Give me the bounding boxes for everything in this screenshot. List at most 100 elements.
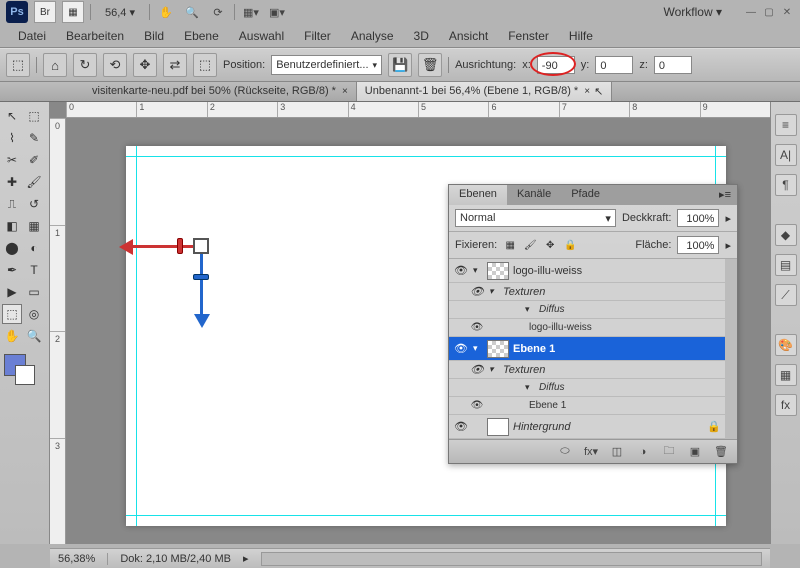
close-icon[interactable]: × — [342, 86, 348, 97]
y-axis-handle[interactable] — [197, 246, 205, 328]
fill-input[interactable]: 100% — [677, 236, 719, 254]
rotate-view-icon[interactable]: ⟳ — [208, 2, 228, 22]
guide-horizontal[interactable] — [126, 156, 726, 157]
new-group-icon[interactable]: 🗀 — [661, 444, 677, 460]
status-zoom[interactable]: 56,38% — [58, 553, 95, 565]
layer-row[interactable]: 👁Hintergrund🔒 — [449, 415, 725, 439]
tab-ebenen[interactable]: Ebenen — [449, 185, 507, 205]
3d-roll-icon[interactable]: ⟲ — [103, 53, 127, 77]
character-panel-icon[interactable]: A| — [775, 144, 797, 166]
lock-pixels-icon[interactable]: 🖌 — [523, 238, 537, 252]
layer-style-icon[interactable]: fx▾ — [583, 444, 599, 460]
zoom-level[interactable]: 56,4 ▾ — [97, 4, 143, 21]
eraser-tool[interactable]: ◧ — [2, 216, 22, 236]
maximize-button[interactable]: ▢ — [762, 5, 776, 19]
layer-thumbnail[interactable] — [487, 418, 509, 436]
x-axis-handle[interactable] — [119, 242, 201, 250]
stamp-tool[interactable]: ⎍ — [2, 194, 22, 214]
opacity-flyout-icon[interactable]: ▸ — [725, 212, 731, 225]
axis-origin-handle[interactable] — [193, 238, 209, 254]
fill-flyout-icon[interactable]: ▸ — [725, 239, 731, 252]
bridge-icon[interactable]: Br — [34, 1, 56, 23]
layer-row[interactable]: ▾Diffus — [449, 301, 725, 319]
menu-ebene[interactable]: Ebene — [174, 25, 229, 47]
3d-object-tool[interactable]: ⬚ — [2, 304, 22, 324]
menu-fenster[interactable]: Fenster — [498, 25, 559, 47]
marquee-tool[interactable]: ⬚ — [24, 106, 44, 126]
status-doc-size[interactable]: Dok: 2,10 MB/2,40 MB — [120, 553, 231, 565]
lock-transparency-icon[interactable]: ▦ — [503, 238, 517, 252]
layer-row[interactable]: 👁▾Texturen — [449, 361, 725, 379]
twisty-icon[interactable]: ▾ — [473, 265, 483, 276]
doc-tab-unbenannt[interactable]: Unbenannt-1 bei 56,4% (Ebene 1, RGB/8) *… — [357, 81, 612, 101]
minimize-button[interactable]: — — [744, 5, 758, 19]
link-layers-icon[interactable]: ⬭ — [557, 444, 573, 460]
gradient-tool[interactable]: ▦ — [24, 216, 44, 236]
layer-row[interactable]: 👁logo-illu-weiss — [449, 319, 725, 337]
dodge-tool[interactable]: ◐ — [24, 238, 44, 258]
paths-panel-icon[interactable]: ⟋ — [775, 284, 797, 306]
horizontal-scrollbar[interactable] — [261, 552, 762, 566]
layers-panel-icon[interactable]: ◆ — [775, 224, 797, 246]
menu-ansicht[interactable]: Ansicht — [439, 25, 498, 47]
menu-auswahl[interactable]: Auswahl — [229, 25, 294, 47]
twisty-icon[interactable]: ▾ — [489, 364, 499, 375]
arrange-docs-icon[interactable]: ▦▾ — [241, 2, 261, 22]
visibility-icon[interactable]: 👁 — [469, 400, 485, 411]
layer-thumbnail[interactable] — [487, 340, 509, 358]
doc-tab-visitenkarte[interactable]: visitenkarte-neu.pdf bei 50% (Rückseite,… — [84, 81, 357, 101]
close-button[interactable]: ✕ — [780, 5, 794, 19]
lasso-tool[interactable]: ⌇ — [2, 128, 22, 148]
adjustment-layer-icon[interactable]: ◑ — [635, 444, 651, 460]
opacity-input[interactable]: 100% — [677, 209, 719, 227]
layer-row[interactable]: ▾Diffus — [449, 379, 725, 397]
twisty-icon[interactable]: ▾ — [473, 343, 483, 354]
3d-camera-tool[interactable]: ◎ — [24, 304, 44, 324]
blend-mode-select[interactable]: Normal▾ — [455, 209, 616, 227]
menu-bearbeiten[interactable]: Bearbeiten — [56, 25, 134, 47]
workspace-switcher[interactable]: Workflow ▾ — [656, 3, 730, 21]
zoom-tool-icon[interactable]: 🔍 — [182, 2, 202, 22]
menu-analyse[interactable]: Analyse — [341, 25, 404, 47]
layer-row[interactable]: 👁▾Texturen — [449, 283, 725, 301]
close-icon[interactable]: × — [584, 86, 590, 97]
blur-tool[interactable]: ⬤ — [2, 238, 22, 258]
visibility-icon[interactable]: 👁 — [453, 264, 469, 277]
visibility-icon[interactable]: 👁 — [453, 342, 469, 355]
heal-tool[interactable]: ✚ — [2, 172, 22, 192]
menu-bild[interactable]: Bild — [134, 25, 174, 47]
ruler-horizontal[interactable]: 0123456789 — [66, 102, 770, 118]
menu-filter[interactable]: Filter — [294, 25, 341, 47]
eyedropper-tool[interactable]: ✐ — [24, 150, 44, 170]
guide-vertical[interactable] — [136, 146, 137, 526]
crop-tool[interactable]: ✂ — [2, 150, 22, 170]
brush-tool[interactable]: 🖌 — [24, 172, 44, 192]
hand-tool[interactable]: ✋ — [2, 326, 22, 346]
save-view-icon[interactable]: 💾 — [388, 53, 412, 77]
styles-panel-icon[interactable]: fx — [775, 394, 797, 416]
path-select-tool[interactable]: ▶ — [2, 282, 22, 302]
layer-row[interactable]: 👁Ebene 1 — [449, 397, 725, 415]
3d-slide-icon[interactable]: ⇄ — [163, 53, 187, 77]
3d-scale-icon[interactable]: ⬚ — [193, 53, 217, 77]
minibridge-icon[interactable]: ▦ — [62, 1, 84, 23]
pen-tool[interactable]: ✒ — [2, 260, 22, 280]
visibility-icon[interactable]: 👁 — [469, 322, 485, 333]
layer-row[interactable]: 👁▾logo-illu-weiss — [449, 259, 725, 283]
ruler-vertical[interactable]: 0123 — [50, 118, 66, 544]
swatches-panel-icon[interactable]: ▦ — [775, 364, 797, 386]
new-layer-icon[interactable]: ▣ — [687, 444, 703, 460]
status-flyout-icon[interactable]: ▸ — [243, 552, 249, 565]
menu-datei[interactable]: Datei — [8, 25, 56, 47]
quick-select-tool[interactable]: ✎ — [24, 128, 44, 148]
twisty-icon[interactable]: ▾ — [489, 286, 499, 297]
foreground-background-color[interactable] — [4, 354, 26, 376]
z-input[interactable]: 0 — [654, 56, 692, 74]
layer-thumbnail[interactable] — [487, 262, 509, 280]
move-tool[interactable]: ↖ — [2, 106, 22, 126]
position-select[interactable]: Benutzerdefiniert... — [271, 55, 382, 75]
delete-view-icon[interactable]: 🗑 — [418, 53, 442, 77]
3d-rotate-icon[interactable]: ↻ — [73, 53, 97, 77]
history-brush-tool[interactable]: ↺ — [24, 194, 44, 214]
visibility-icon[interactable]: 👁 — [469, 285, 485, 298]
